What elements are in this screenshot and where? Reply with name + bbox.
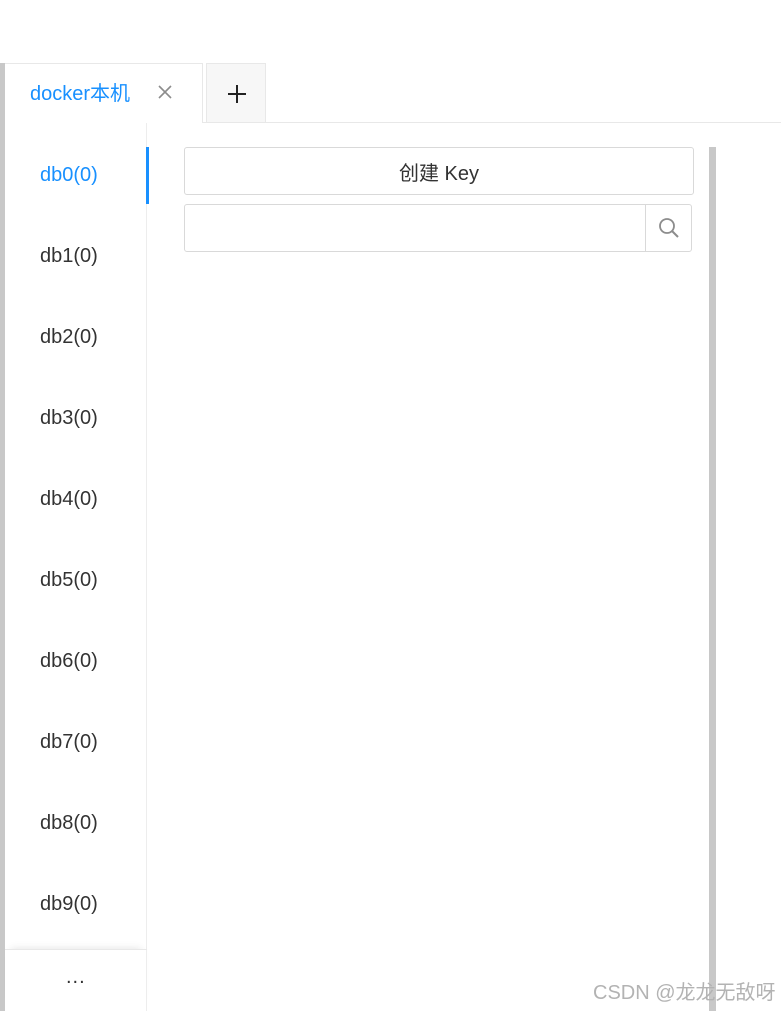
search-icon <box>659 218 679 238</box>
db-item-label: db1(0) <box>40 245 98 267</box>
db-item-db4[interactable]: db4(0) <box>5 471 147 527</box>
db-item-label: db3(0) <box>40 407 98 429</box>
close-icon[interactable] <box>155 82 175 102</box>
connection-tab-bar: docker本机 <box>5 63 781 123</box>
tab-label: docker本机 <box>30 83 131 105</box>
db-item-db2[interactable]: db2(0) <box>5 309 147 365</box>
app-root: docker本机 db0(0) db1(0) db2(0) db3(0) db4… <box>0 0 781 1011</box>
db-more-label: ... <box>66 966 86 988</box>
db-item-label: db7(0) <box>40 731 98 753</box>
add-tab-button[interactable] <box>206 63 266 122</box>
watermark: CSDN @龙龙无敌呀 <box>593 982 776 1004</box>
db-item-db1[interactable]: db1(0) <box>5 228 147 284</box>
db-item-db5[interactable]: db5(0) <box>5 552 147 608</box>
plus-icon <box>228 85 246 103</box>
db-item-label: db9(0) <box>40 893 98 915</box>
db-item-db6[interactable]: db6(0) <box>5 633 147 689</box>
db-item-db0[interactable]: db0(0) <box>5 147 149 204</box>
db-item-label: db2(0) <box>40 326 98 348</box>
db-item-label: db6(0) <box>40 650 98 672</box>
db-item-db7[interactable]: db7(0) <box>5 714 147 770</box>
key-search-input[interactable] <box>185 205 645 251</box>
db-item-label: db8(0) <box>40 812 98 834</box>
db-sidebar: db0(0) db1(0) db2(0) db3(0) db4(0) db5(0… <box>5 123 149 1011</box>
create-key-button[interactable]: 创建 Key <box>184 147 694 195</box>
db-more-button[interactable]: ... <box>5 949 147 1011</box>
db-item-label: db0(0) <box>40 164 98 186</box>
db-item-db3[interactable]: db3(0) <box>5 390 147 446</box>
tab-docker-local[interactable]: docker本机 <box>5 63 203 123</box>
key-search-box <box>184 204 692 252</box>
db-item-db8[interactable]: db8(0) <box>5 795 147 851</box>
search-button[interactable] <box>645 205 691 251</box>
key-list-scrollbar[interactable] <box>709 147 716 1011</box>
db-item-db9[interactable]: db9(0) <box>5 876 147 932</box>
db-item-label: db4(0) <box>40 488 98 510</box>
db-item-label: db5(0) <box>40 569 98 591</box>
